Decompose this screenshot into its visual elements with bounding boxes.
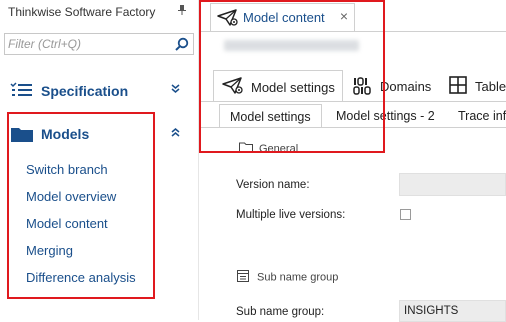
highlight-box-model-content (199, 0, 385, 153)
chevron-down-icon[interactable] (171, 84, 180, 97)
group-sub-name-header: Sub name group (237, 270, 338, 285)
nav-specification[interactable]: Specification (8, 80, 190, 102)
main-content: Model content × Model settings Domains T… (199, 0, 506, 322)
version-name-label: Version name: (236, 179, 310, 191)
chevron-up-icon[interactable] (171, 127, 180, 140)
table-icon (449, 76, 467, 97)
ribbon-tab-tables[interactable]: Tables (443, 70, 506, 102)
sub-name-group-label: Sub name group: (236, 306, 325, 318)
search-icon[interactable] (175, 37, 189, 51)
list-icon (10, 82, 32, 103)
multiple-live-versions-checkbox[interactable] (400, 209, 411, 220)
nav-specification-label: Specification (41, 83, 129, 99)
filter-box (4, 33, 194, 55)
filter-input[interactable] (5, 34, 173, 54)
navigation-sidebar: Thinkwise Software Factory Specification (0, 0, 198, 320)
pin-icon[interactable] (178, 5, 186, 18)
ribbon-tab-tables-label: Tables (475, 79, 506, 94)
app-title: Thinkwise Software Factory (8, 5, 156, 19)
multiple-live-versions-label: Multiple live versions: (236, 209, 346, 221)
ribbon-tab-domains-label: Domains (380, 79, 432, 94)
subtab-trace-info[interactable]: Trace info (458, 104, 506, 128)
highlight-box-models (7, 112, 155, 299)
version-name-field[interactable] (399, 173, 506, 196)
group-sub-name-label: Sub name group (257, 271, 339, 284)
form-group-icon (237, 270, 249, 285)
sub-name-group-field[interactable]: INSIGHTS (399, 300, 506, 322)
